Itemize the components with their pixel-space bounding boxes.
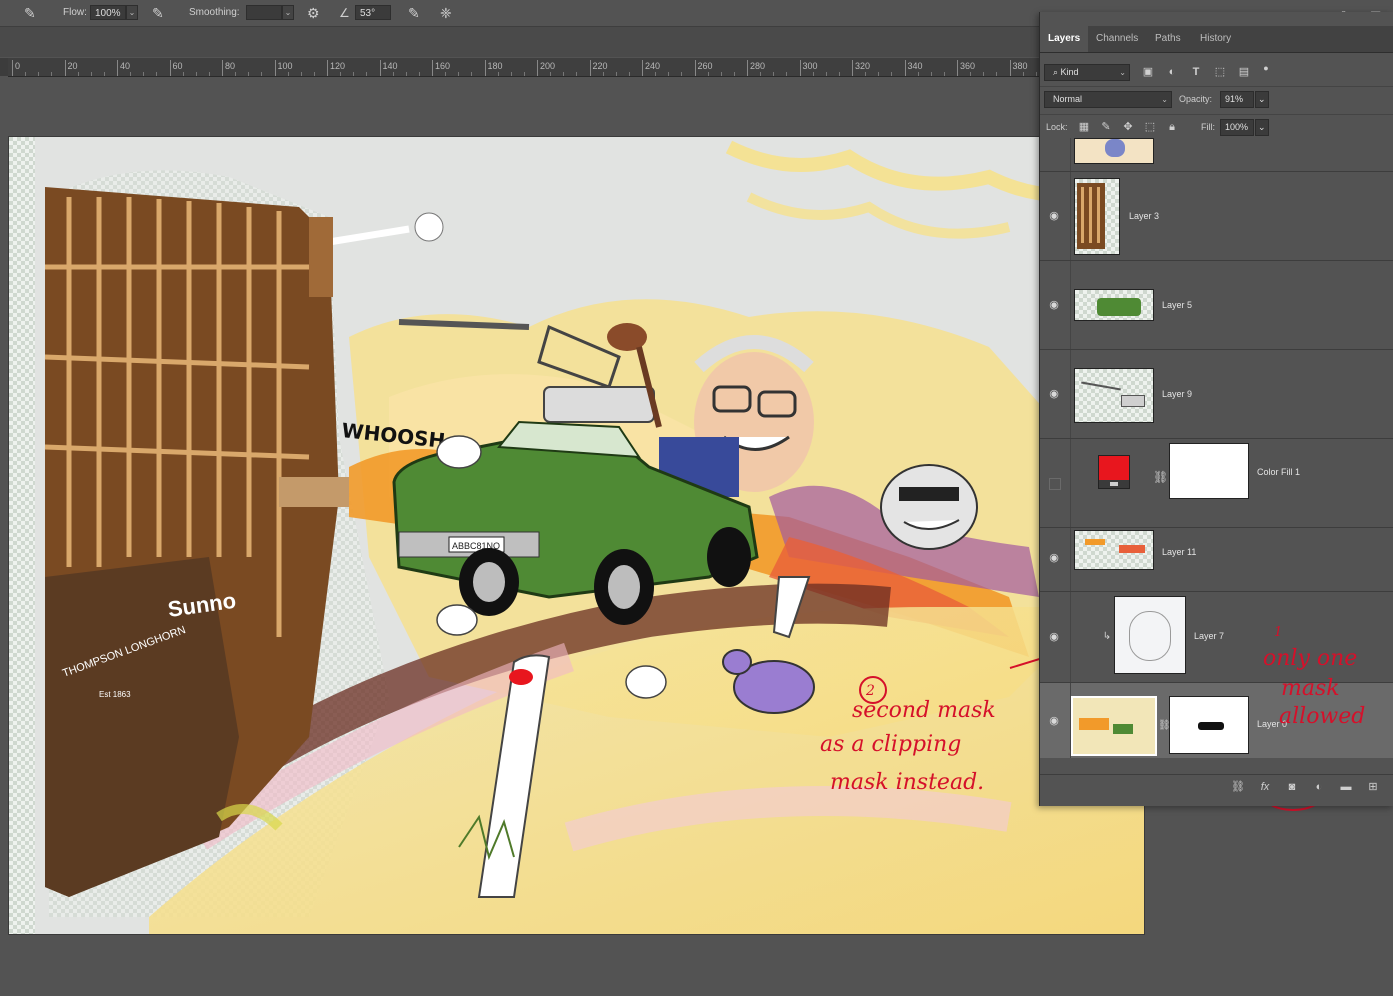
lock-artboard-icon[interactable]: ⬚ (1143, 120, 1157, 134)
layer-thumbnail (1074, 138, 1154, 164)
layer-name[interactable]: Layer 7 (1194, 631, 1224, 641)
opacity-label: Opacity: (1179, 94, 1213, 104)
eye-icon[interactable]: ◉ (1046, 715, 1062, 727)
fx-icon[interactable]: fx (1257, 779, 1273, 795)
panel-tabs: Layers Channels Paths History (1040, 26, 1393, 53)
filter-kind-label: Kind (1060, 67, 1079, 77)
eye-icon[interactable]: ◉ (1046, 631, 1062, 643)
fill-input[interactable]: 100% (1220, 119, 1254, 136)
layer-row-color-fill-1[interactable]: ⛓ Color Fill 1 (1040, 439, 1393, 528)
layer-thumbnail (1074, 178, 1120, 255)
layers-panel-footer: ⛓ fx ◙ ◐ ▬ ⊞ (1040, 774, 1393, 799)
tab-channels[interactable]: Channels (1096, 26, 1138, 52)
filter-adjustment-icon[interactable]: ◐ (1165, 65, 1179, 79)
lock-all-icon[interactable]: 🔒︎ (1165, 120, 1179, 134)
layer-name[interactable]: Color Fill 1 (1257, 467, 1300, 477)
link-chain-icon[interactable]: ⛓ (1153, 470, 1168, 484)
annotation-note-two-line3: mask instead. (830, 770, 985, 795)
filter-toggle-icon[interactable]: ● (1260, 61, 1272, 75)
tab-paths[interactable]: Paths (1155, 26, 1181, 52)
tab-history[interactable]: History (1200, 26, 1231, 52)
eye-icon[interactable]: ◉ (1046, 388, 1062, 400)
layer-row-layer-5[interactable]: ◉ Layer 5 (1040, 261, 1393, 350)
blend-mode-select[interactable]: Normal ⌄ (1044, 91, 1172, 108)
layer-row-partial[interactable] (1040, 138, 1393, 172)
chevron-down-icon: ⌄ (1119, 68, 1126, 77)
blend-row: Normal ⌄ Opacity: 91% ⌄ (1040, 86, 1393, 115)
visibility-column[interactable] (1040, 138, 1071, 171)
layer-mask-thumbnail[interactable] (1169, 443, 1249, 499)
filter-kind-select[interactable]: ⌕ Kind ⌄ (1044, 64, 1130, 81)
lock-image-pixels-brush-icon[interactable]: ✎ (1099, 120, 1113, 134)
lock-position-move-icon[interactable]: ✥ (1121, 120, 1135, 134)
annotation-note-two-line1: second mask (852, 698, 996, 723)
lock-label: Lock: (1046, 122, 1068, 132)
filter-smart-object-icon[interactable]: ▤ (1237, 65, 1251, 79)
layer-name[interactable]: Layer 11 (1162, 547, 1196, 557)
layer-thumbnail (1074, 289, 1154, 321)
filter-row: ⌕ Kind ⌄ ▣ ◐ T ⬚ ▤ ● (1040, 58, 1393, 87)
chevron-down-icon: ⌄ (1258, 122, 1266, 132)
layer-mask-thumbnail[interactable] (1169, 696, 1249, 754)
layer-name[interactable]: Layer 5 (1162, 300, 1192, 310)
hidden-visibility-box[interactable] (1049, 478, 1061, 490)
annotation-note-one-line3: allowed (1279, 704, 1366, 729)
layer-thumbnail (1114, 596, 1186, 674)
layer-thumbnail (1074, 530, 1154, 570)
annotation-note-two-line2: as a clipping (820, 732, 962, 757)
opacity-input[interactable]: 91% (1220, 91, 1254, 108)
eye-icon[interactable]: ◉ (1046, 210, 1062, 222)
color-fill-swatch[interactable] (1098, 455, 1130, 489)
layer-thumbnail (1074, 368, 1154, 423)
chevron-down-icon: ⌄ (1161, 95, 1168, 104)
layer-name[interactable]: Layer 3 (1129, 211, 1159, 221)
add-layer-mask-icon[interactable]: ◙ (1284, 779, 1300, 795)
eye-icon[interactable]: ◉ (1046, 299, 1062, 311)
layer-row-layer-3[interactable]: ◉ Layer 3 (1040, 172, 1393, 261)
layer-name[interactable]: Layer 9 (1162, 389, 1192, 399)
tab-layers[interactable]: Layers (1040, 26, 1089, 52)
link-chain-icon[interactable]: ⛓ (1158, 719, 1171, 733)
filter-pixel-icon[interactable]: ▣ (1141, 65, 1155, 79)
layers-panel: Layers Channels Paths History ⌕ Kind ⌄ ▣… (1039, 12, 1393, 806)
clipping-arrow-icon: ↳ (1102, 631, 1112, 642)
layer-thumbnail[interactable] (1071, 696, 1157, 756)
layer-row-layer-11[interactable]: ◉ Layer 11 (1040, 528, 1393, 592)
adjustment-layer-icon[interactable]: ◐ (1311, 779, 1327, 795)
layer-row-layer-9[interactable]: ◉ Layer 9 (1040, 350, 1393, 439)
visibility-column[interactable] (1040, 439, 1071, 527)
search-icon: ⌕ (1053, 67, 1061, 77)
lock-transparent-pixels-icon[interactable]: ▦ (1077, 120, 1091, 134)
chevron-down-icon: ⌄ (1258, 94, 1266, 104)
link-layers-icon[interactable]: ⛓ (1230, 779, 1246, 795)
filter-shape-icon[interactable]: ⬚ (1213, 65, 1227, 79)
fill-dropdown[interactable]: ⌄ (1255, 119, 1269, 136)
opacity-dropdown[interactable]: ⌄ (1255, 91, 1269, 108)
new-group-folder-icon[interactable]: ▬ (1338, 779, 1354, 795)
annotation-number-one: 1 (1274, 625, 1283, 640)
annotation-note-one-line2: mask (1281, 676, 1340, 701)
new-layer-icon[interactable]: ⊞ (1365, 779, 1381, 795)
filter-type-icon[interactable]: T (1189, 65, 1203, 79)
eye-icon[interactable]: ◉ (1046, 552, 1062, 564)
annotation-note-one-line1: only one (1263, 646, 1358, 671)
blend-mode-label: Normal (1053, 94, 1083, 104)
fill-label: Fill: (1201, 122, 1215, 132)
